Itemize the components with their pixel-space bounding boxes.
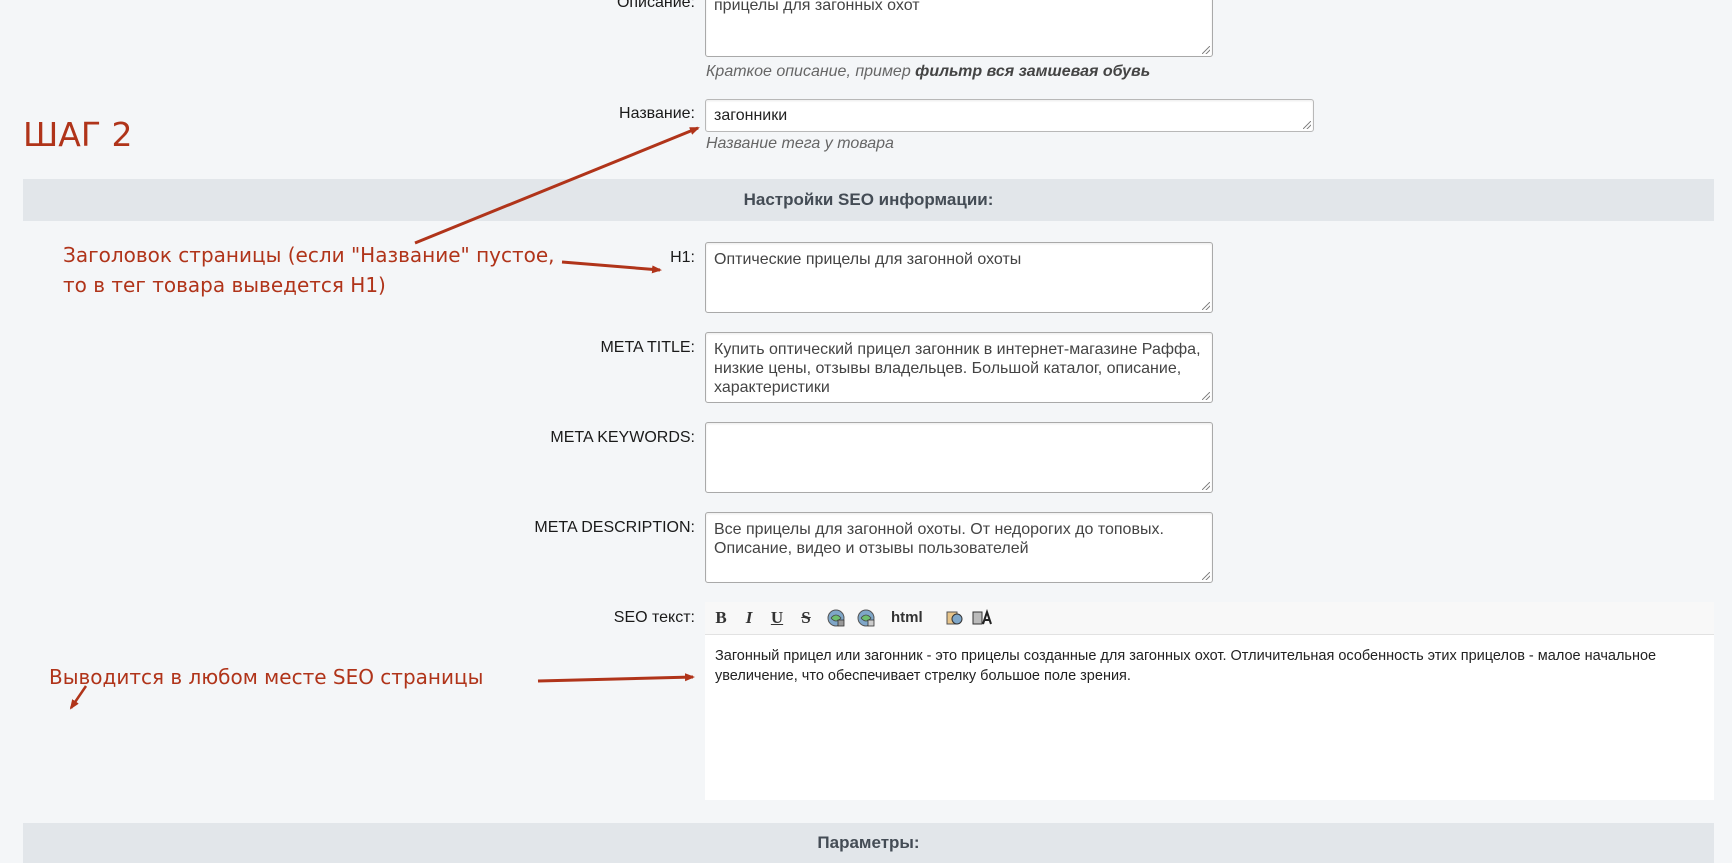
arrow-to-h1-field [561, 260, 662, 274]
arrow-small-down [69, 685, 88, 710]
annotation-arrows [69, 126, 700, 710]
arrow-to-name-field [414, 126, 700, 245]
arrow-to-seo-editor [537, 673, 695, 683]
